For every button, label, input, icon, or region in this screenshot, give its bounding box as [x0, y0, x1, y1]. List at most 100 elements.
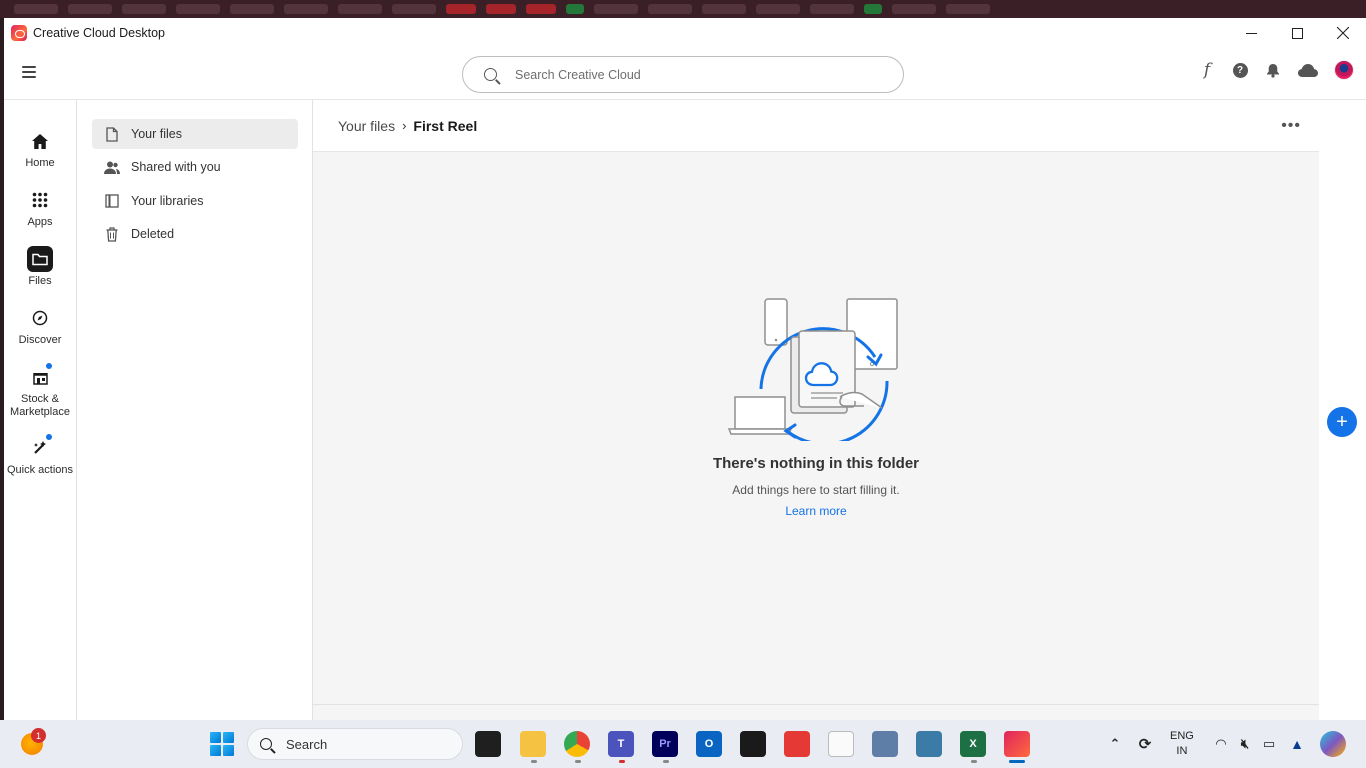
app-header: f ?: [4, 48, 1366, 100]
language-indicator[interactable]: ENG IN: [1170, 729, 1194, 759]
excel-icon[interactable]: X: [960, 731, 986, 757]
app-icon[interactable]: [872, 731, 898, 757]
help-button[interactable]: ?: [1231, 61, 1249, 79]
windows-taskbar: 1 Search T Pr O X ⌃ ⟳ ENG IN ◠ 🔇︎ ▭ ▲: [0, 720, 1366, 768]
wifi-icon[interactable]: ◠: [1208, 731, 1234, 757]
rail-label-home: Home: [25, 157, 55, 169]
fonts-icon[interactable]: f: [1198, 60, 1216, 80]
subnav-label-shared: Shared with you: [131, 160, 221, 174]
rail-item-apps[interactable]: Apps: [4, 187, 76, 229]
more-options-icon[interactable]: •••: [1281, 117, 1301, 135]
search-input[interactable]: [515, 67, 875, 82]
outlook-icon[interactable]: O: [696, 731, 722, 757]
people-icon: [104, 159, 120, 175]
teams-icon[interactable]: T: [608, 731, 634, 757]
rail-item-stock-marketplace[interactable]: Stock & Marketplace: [4, 362, 76, 419]
rail-item-files[interactable]: Files: [4, 246, 76, 288]
taskbar-search-label: Search: [286, 736, 328, 752]
subnav-item-deleted[interactable]: Deleted: [92, 219, 298, 249]
search-icon: [260, 738, 272, 750]
subnav-item-shared-with-you[interactable]: Shared with you: [92, 152, 298, 182]
window-title: Creative Cloud Desktop: [33, 26, 166, 40]
keyboard-app-icon[interactable]: [916, 731, 942, 757]
maximize-icon: [1291, 27, 1303, 39]
add-button[interactable]: +: [1327, 407, 1357, 437]
rail-label-files: Files: [28, 275, 52, 287]
rail-item-home[interactable]: Home: [4, 128, 76, 170]
plus-icon: +: [1336, 411, 1348, 433]
rail-item-discover[interactable]: Discover: [4, 305, 76, 347]
left-navigation-rail: Home Apps Files Discover Stock & Marketp…: [4, 100, 77, 720]
subnav-label-libraries: Your libraries: [131, 194, 204, 208]
user-avatar[interactable]: [1334, 60, 1354, 80]
search-bar[interactable]: [462, 56, 904, 93]
subnav-label-your-files: Your files: [131, 127, 182, 141]
minimize-button[interactable]: [1228, 18, 1274, 48]
library-icon: [104, 193, 120, 209]
compass-icon: [27, 305, 53, 331]
rail-label-discover: Discover: [18, 334, 62, 346]
subnav-item-your-files[interactable]: Your files: [92, 119, 298, 149]
document-icon: [104, 126, 120, 142]
stock-icon: [27, 362, 53, 390]
bell-icon: [1267, 63, 1279, 78]
creative-cloud-taskbar-icon[interactable]: [1004, 731, 1030, 757]
rail-label-stock-line2: Marketplace: [10, 406, 70, 418]
help-icon: ?: [1232, 62, 1248, 78]
creative-cloud-window: Creative Cloud Desktop f ?: [4, 18, 1366, 720]
task-view-icon[interactable]: [475, 731, 501, 757]
volume-muted-icon[interactable]: 🔇︎: [1232, 731, 1258, 757]
app-icon[interactable]: [740, 731, 766, 757]
files-subnav: Your files Shared with you Your librarie…: [77, 100, 313, 720]
apps-grid-icon: [27, 187, 53, 213]
learn-more-link[interactable]: Learn more: [785, 504, 846, 518]
breadcrumb-current-folder: First Reel: [413, 117, 478, 134]
weather-badge: 1: [31, 728, 46, 743]
chevron-up-icon[interactable]: ⌃: [1102, 731, 1128, 757]
region-label: IN: [1176, 745, 1188, 757]
search-icon: [484, 68, 497, 81]
files-main-panel: Your files › First Reel ••• There's noth…: [313, 100, 1319, 720]
rail-label-apps: Apps: [27, 216, 53, 228]
breadcrumb: Your files › First Reel: [313, 100, 1319, 152]
subnav-label-deleted: Deleted: [131, 227, 175, 241]
premiere-pro-icon[interactable]: Pr: [652, 731, 678, 757]
notifications-button[interactable]: [1264, 61, 1282, 79]
cloud-sync-button[interactable]: [1297, 61, 1319, 79]
creative-cloud-logo-icon: [11, 25, 27, 41]
breadcrumb-your-files[interactable]: Your files: [338, 118, 395, 134]
rail-label-stock-line1: Stock &: [21, 393, 59, 405]
windows-start-icon[interactable]: [210, 732, 234, 756]
battery-icon[interactable]: ▭: [1256, 731, 1282, 757]
background-browser-tabs: [0, 0, 1366, 18]
notepad-icon[interactable]: [828, 731, 854, 757]
rail-item-quick-actions[interactable]: Quick actions: [4, 433, 76, 477]
chrome-icon[interactable]: [564, 731, 590, 757]
file-explorer-icon[interactable]: [520, 731, 546, 757]
app-icon[interactable]: [784, 731, 810, 757]
close-icon: [1337, 27, 1349, 39]
taskbar-search[interactable]: Search: [247, 728, 463, 760]
trash-icon: [104, 226, 120, 242]
menu-hamburger-icon[interactable]: [22, 66, 36, 78]
notification-dot: [45, 433, 53, 441]
notification-dot: [45, 362, 53, 370]
subnav-item-your-libraries[interactable]: Your libraries: [92, 186, 298, 216]
language-label: ENG: [1170, 730, 1194, 742]
copilot-icon[interactable]: [1320, 731, 1346, 757]
title-bar: Creative Cloud Desktop: [4, 18, 1366, 48]
cloud-icon: [1298, 63, 1318, 77]
sync-icon[interactable]: ⟳: [1132, 731, 1158, 757]
close-button[interactable]: [1320, 18, 1366, 48]
empty-state-title: There's nothing in this folder: [712, 455, 920, 472]
empty-folder-illustration-icon: [727, 298, 898, 441]
chevron-right-icon: ›: [402, 118, 407, 133]
rail-label-quick-actions: Quick actions: [6, 464, 74, 476]
home-icon: [27, 128, 53, 154]
empty-folder-state: There's nothing in this folder Add thing…: [313, 295, 1319, 518]
notification-bell-icon[interactable]: ▲: [1284, 731, 1310, 757]
maximize-button[interactable]: [1274, 18, 1320, 48]
minimize-icon: [1245, 32, 1257, 34]
divider: [313, 704, 1319, 705]
quick-actions-icon: [27, 433, 53, 461]
